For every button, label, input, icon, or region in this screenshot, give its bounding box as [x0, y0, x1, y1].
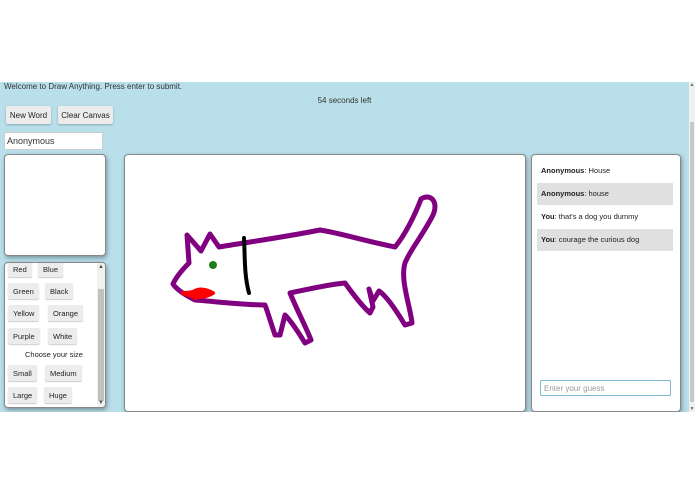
- page-scroll-down-icon[interactable]: ▼: [689, 406, 695, 412]
- size-huge-button[interactable]: Huge: [44, 387, 72, 403]
- palette-scrollbar[interactable]: ▲ ▼: [97, 263, 105, 407]
- palette-panel: Red Blue Green Black Yellow Orange Purpl…: [4, 262, 106, 408]
- palette-scroll-thumb[interactable]: [98, 289, 104, 401]
- size-medium-button[interactable]: Medium: [45, 365, 82, 381]
- dog-drawing: [170, 194, 438, 346]
- color-red-button[interactable]: Red: [8, 263, 32, 277]
- color-blue-button[interactable]: Blue: [38, 263, 64, 277]
- size-label: Choose your size: [25, 350, 83, 359]
- message-author: You: [541, 235, 555, 244]
- message-author: Anonymous: [541, 189, 585, 198]
- message-text: : house: [584, 189, 609, 198]
- message-text: : House: [584, 166, 611, 175]
- color-green-button[interactable]: Green: [8, 283, 39, 299]
- clear-canvas-button[interactable]: Clear Canvas: [58, 106, 113, 124]
- color-yellow-button[interactable]: Yellow: [8, 305, 40, 321]
- message-text: : courage the curious dog: [554, 235, 640, 244]
- color-preview: [4, 154, 106, 256]
- chat-message: Anonymous: House: [537, 160, 673, 182]
- color-black-button[interactable]: Black: [45, 283, 74, 299]
- message-text: : that's a dog you dummy: [554, 212, 639, 221]
- chat-message: You: courage the curious dog: [537, 229, 673, 251]
- chat-panel: Anonymous: House Anonymous: house You: t…: [531, 154, 681, 412]
- chat-message: You: that's a dog you dummy: [537, 206, 673, 228]
- color-purple-button[interactable]: Purple: [8, 328, 40, 344]
- message-author: Anonymous: [541, 166, 585, 175]
- color-orange-button[interactable]: Orange: [48, 305, 84, 321]
- size-large-button[interactable]: Large: [8, 387, 38, 403]
- scroll-up-icon[interactable]: ▲: [97, 263, 105, 271]
- size-small-button[interactable]: Small: [8, 365, 37, 381]
- welcome-message: Welcome to Draw Anything. Press enter to…: [4, 82, 183, 91]
- drawing-canvas[interactable]: [124, 154, 526, 412]
- page-scroll-thumb[interactable]: [690, 122, 694, 402]
- dog-eye: [209, 261, 217, 269]
- message-author: You: [541, 212, 555, 221]
- guess-input[interactable]: [540, 380, 671, 396]
- chat-message: Anonymous: house: [537, 183, 673, 205]
- dog-collar-stroke: [242, 236, 251, 295]
- game-area: Welcome to Draw Anything. Press enter to…: [0, 82, 689, 412]
- dog-body-stroke: [170, 194, 438, 346]
- page-scroll-up-icon[interactable]: ▲: [689, 82, 695, 88]
- username-field[interactable]: [4, 132, 103, 150]
- new-word-button[interactable]: New Word: [6, 106, 51, 124]
- countdown-timer: 54 seconds left: [317, 96, 372, 105]
- color-white-button[interactable]: White: [48, 328, 78, 344]
- page-scrollbar[interactable]: ▲ ▼: [689, 82, 695, 412]
- scroll-down-icon[interactable]: ▼: [97, 399, 105, 407]
